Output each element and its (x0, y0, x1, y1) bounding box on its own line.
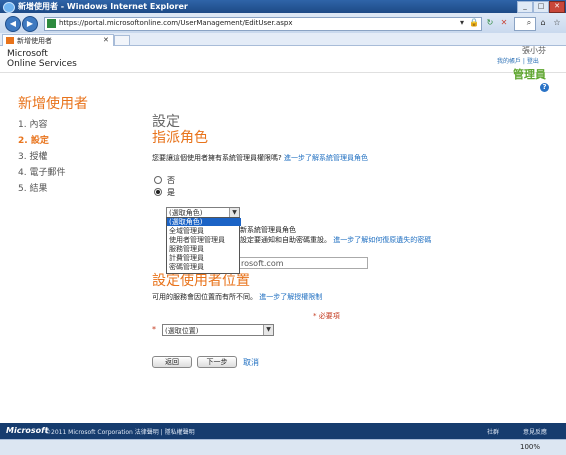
cancel-link[interactable]: 取消 (243, 357, 259, 368)
recover-password-link[interactable]: 進一步了解如何復原遺失的密碼 (333, 236, 431, 244)
role-option[interactable]: (選取角色) (167, 218, 241, 226)
help-icon[interactable]: ? (540, 83, 549, 92)
close-button[interactable]: ✕ (549, 1, 565, 13)
location-select-value: (選取位置) (165, 327, 199, 335)
forward-arrow-icon[interactable]: ▶ (22, 16, 38, 32)
role-dropdown-list[interactable]: (選取角色) 全域管理員 使用者管理管理員 服務管理員 計費管理員 密碼管理員 (166, 217, 241, 274)
back-arrow-icon[interactable]: ◀ (5, 16, 21, 32)
microsoft-logo: Microsoft (6, 426, 49, 435)
location-question-text: 可用的服務會因位置而有所不同。 (152, 293, 257, 301)
maximize-button[interactable]: □ (533, 1, 549, 13)
role-option[interactable]: 計費管理員 (167, 254, 241, 262)
wizard-title: 新增使用者 (18, 96, 88, 112)
radio-yes[interactable] (154, 188, 162, 196)
new-tab-button[interactable] (114, 35, 130, 46)
ie-icon (3, 2, 15, 13)
assign-role-heading: 指派角色 (152, 130, 208, 146)
required-star: * (152, 325, 156, 334)
home-icon[interactable]: ⌂ (538, 18, 548, 28)
brand-online-services: Online Services (7, 59, 77, 69)
admin-question-text: 您要讓這個使用者擁有系統管理員權限嗎? (152, 154, 282, 162)
user-role: 管理員 (513, 68, 546, 81)
address-bar[interactable]: https://portal.microsoftonline.com/UserM… (44, 17, 482, 31)
lock-icon[interactable]: 🔒 (469, 18, 479, 28)
copyright-links[interactable]: ©2011 Microsoft Corporation 法律聲明 | 隱私權聲明 (45, 427, 195, 436)
chevron-down-icon[interactable]: ▼ (229, 208, 239, 217)
window-title: 新增使用者 - Windows Internet Explorer (18, 2, 188, 11)
license-restrictions-link[interactable]: 進一步了解授權限制 (259, 293, 322, 301)
back-button[interactable]: 返回 (152, 356, 192, 368)
role-option[interactable]: 密碼管理員 (167, 263, 241, 271)
wizard-step-settings: 2. 設定 (18, 136, 49, 146)
wizard-step-properties: 1. 內容 (18, 120, 48, 130)
stop-icon[interactable]: ✕ (499, 18, 509, 28)
refresh-icon[interactable]: ↻ (485, 18, 495, 28)
wizard-step-email: 4. 電子郵件 (18, 168, 66, 178)
radio-yes-label: 是 (167, 188, 175, 197)
chevron-down-icon[interactable]: ▼ (263, 325, 273, 335)
email-field-value: rosoft.com (241, 259, 284, 268)
role-description-text: 新系統管理員角色 (240, 225, 296, 235)
minimize-button[interactable]: _ (517, 1, 533, 13)
tab-label: 新增使用者 (17, 37, 52, 45)
role-option[interactable]: 使用者管理管理員 (167, 236, 241, 244)
role-option[interactable]: 服務管理員 (167, 245, 241, 253)
browser-tab[interactable]: 新增使用者 ✕ (2, 34, 114, 46)
next-button[interactable]: 下一步 (197, 356, 237, 368)
tab-bar: 新增使用者 ✕ (0, 33, 566, 46)
secure-site-icon (47, 19, 56, 28)
feedback-link[interactable]: 意見反應 (523, 427, 547, 436)
address-toolbar: ◀ ▶ https://portal.microsoftonline.com/U… (0, 13, 566, 33)
url-text: https://portal.microsoftonline.com/UserM… (59, 19, 293, 27)
radio-no-label: 否 (167, 176, 175, 185)
tab-close-icon[interactable]: ✕ (103, 36, 109, 44)
search-icon[interactable]: ⌕ (524, 18, 534, 28)
radio-no[interactable] (154, 176, 162, 184)
admin-question: 您要讓這個使用者擁有系統管理員權限嗎? 進一步了解系統管理員角色 (152, 153, 368, 163)
wizard-step-results: 5. 結果 (18, 184, 48, 194)
password-notice-text: 設定要通知和自助密碼重設。 (240, 236, 331, 244)
status-bar: 100% (0, 439, 566, 455)
location-select[interactable]: (選取位置) ▼ (162, 324, 274, 336)
password-notice: 設定要通知和自助密碼重設。 進一步了解如何復原遺失的密碼 (240, 235, 431, 245)
brand-microsoft: Microsoft (7, 49, 48, 59)
dropdown-arrow-icon[interactable]: ▾ (457, 18, 467, 28)
page-favicon-icon (6, 37, 14, 44)
zoom-level[interactable]: 100% (520, 443, 540, 451)
window-title-bar: 新增使用者 - Windows Internet Explorer _ □ ✕ (0, 0, 566, 13)
role-option[interactable]: 全域管理員 (167, 227, 241, 235)
favorites-star-icon[interactable]: ☆ (552, 18, 562, 28)
location-question: 可用的服務會因位置而有所不同。 進一步了解授權限制 (152, 292, 322, 302)
user-name: 張小芬 (522, 46, 546, 55)
community-link[interactable]: 社群 (487, 427, 499, 436)
account-links[interactable]: 我的帳戶 | 登出 (497, 56, 539, 65)
wizard-step-licenses: 3. 授權 (18, 152, 48, 162)
header-divider (0, 72, 566, 73)
page-footer: Microsoft ©2011 Microsoft Corporation 法律… (0, 423, 566, 439)
admin-roles-link[interactable]: 進一步了解系統管理員角色 (284, 154, 368, 162)
required-note: * 必要項 (313, 312, 340, 320)
